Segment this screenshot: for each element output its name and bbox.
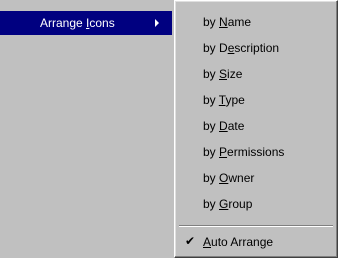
arrange-icons-label: Arrange Icons [40, 16, 115, 30]
chevron-right-icon [155, 19, 159, 27]
menu-item-by-description[interactable]: by Description [175, 35, 335, 61]
menu-item-by-date[interactable]: by Date [175, 113, 335, 139]
parent-context-menu: Arrange Icons [0, 0, 174, 258]
menu-item-label: by Owner [203, 171, 255, 185]
menu-item-by-owner[interactable]: by Owner [175, 165, 335, 191]
menu-item-label: by Date [203, 119, 245, 133]
menu-separator [179, 225, 333, 227]
menu-item-auto-arrange[interactable]: ✔ Auto Arrange [175, 229, 335, 255]
menu-item-by-size[interactable]: by Size [175, 61, 335, 87]
menu-item-by-permissions[interactable]: by Permissions [175, 139, 335, 165]
arrange-icons-submenu: by Name by Description by Size by Type b… [174, 0, 338, 258]
menu-item-label: by Type [203, 93, 245, 107]
menu-item-label: by Name [203, 15, 252, 29]
menu-item-label: by Description [203, 41, 280, 55]
menu-item-label: by Group [203, 197, 253, 211]
menu-item-label: Auto Arrange [203, 235, 274, 249]
arrange-icons-menu-item[interactable]: Arrange Icons [0, 11, 172, 35]
menu-item-label: by Permissions [203, 145, 285, 159]
menu-item-by-group[interactable]: by Group [175, 191, 335, 217]
menu-item-by-type[interactable]: by Type [175, 87, 335, 113]
menu-item-label: by Size [203, 67, 243, 81]
checkmark-icon: ✔ [185, 234, 196, 248]
menu-item-by-name[interactable]: by Name [175, 9, 335, 35]
